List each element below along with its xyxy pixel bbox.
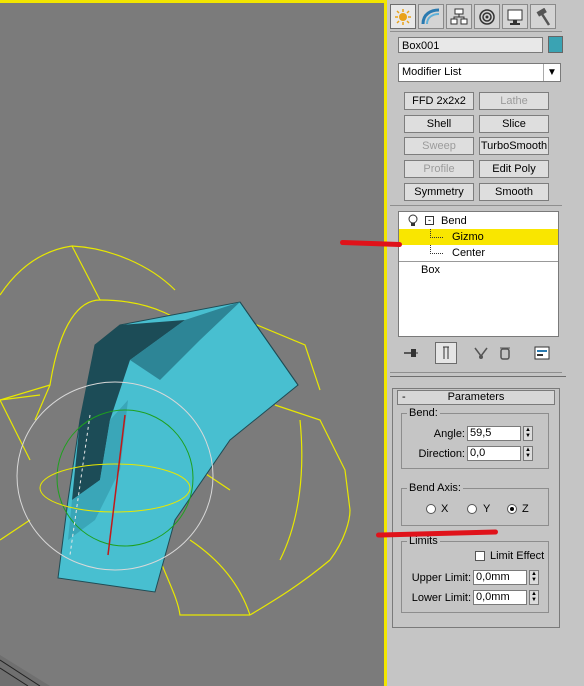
pin-icon [404,349,418,357]
modifier-button-ffd[interactable]: FFD 2x2x2 [404,92,474,110]
direction-label: Direction: [418,448,465,460]
upper-limit-spinner[interactable]: ▲ ▼ [529,570,539,585]
modifier-button-symmetry[interactable]: Symmetry [404,183,474,201]
stack-item-box-label: Box [421,264,440,276]
angle-field[interactable]: 59,5 [467,426,521,441]
hierarchy-tab[interactable] [446,4,472,29]
modifier-button-profile[interactable]: Profile [404,160,474,178]
buttons-divider [390,205,562,206]
pin-stack-button[interactable] [400,342,422,364]
toolbar-divider [390,372,562,373]
viewport-top-border [0,0,386,3]
modifier-button-slice[interactable]: Slice [479,115,549,133]
modify-tab[interactable] [418,4,444,29]
object-color-swatch[interactable] [548,36,563,53]
modifier-button-shell[interactable]: Shell [404,115,474,133]
limit-effect-label: Limit Effect [490,550,545,562]
axis-x-label: X [441,503,449,515]
modifier-stack[interactable]: - Bend Gizmo Center Box [398,211,559,337]
chevron-down-icon[interactable]: ▼ [543,64,560,81]
axis-z-label: Z [522,503,529,515]
object-name-field[interactable]: Box001 [398,37,543,53]
command-panel-tabs [390,4,556,29]
lower-limit-spinner[interactable]: ▲ ▼ [529,590,539,605]
tabs-divider [390,31,562,32]
display-monitor-icon [507,9,523,25]
modifier-button-smooth[interactable]: Smooth [479,183,549,201]
lightbulb-icon[interactable] [407,214,419,228]
panel-scroll-edge [390,376,566,377]
make-unique-icon [474,347,488,359]
parameters-title: Parameters [447,391,505,403]
stack-subitem-center-label: Center [452,247,486,259]
modifier-button-lathe[interactable]: Lathe [479,92,549,110]
upper-limit-field[interactable]: 0,0mm [473,570,527,585]
stack-toolbar [398,342,558,364]
stack-subitem-gizmo[interactable]: Gizmo [399,229,558,245]
limit-effect-checkbox[interactable] [475,551,485,561]
viewport-scene[interactable] [0,0,386,686]
motion-icon [479,8,495,25]
direction-field[interactable]: 0,0 [467,446,521,461]
parameters-rollout-header[interactable]: - Parameters [397,390,555,405]
trash-icon [500,347,510,360]
hierarchy-icon [450,8,468,24]
bend-group-label: Bend: [407,407,440,419]
create-tab[interactable] [390,4,416,29]
bend-axis-group-label: Bend Axis: [407,482,463,494]
axis-z-radio[interactable] [507,504,517,514]
modifier-list-label: Modifier List [402,66,462,78]
configure-sets-icon [534,346,550,360]
lower-limit-label: Lower Limit: [411,592,471,604]
modifier-button-turbosmooth[interactable]: TurboSmooth [479,137,549,155]
collapse-minus-icon[interactable]: - [425,216,434,225]
angle-label: Angle: [433,428,465,440]
rainbow-curve-icon [421,8,440,24]
axis-y-label: Y [483,503,491,515]
make-unique-button[interactable] [470,342,492,364]
stack-item-box[interactable]: Box [399,262,558,278]
sun-icon [395,8,411,25]
show-end-result-button[interactable] [435,342,457,364]
modifier-button-edit-poly[interactable]: Edit Poly [479,160,549,178]
modifier-list-dropdown[interactable]: Modifier List ▼ [398,63,561,82]
remove-modifier-button[interactable] [494,342,516,364]
stack-subitem-gizmo-label: Gizmo [452,231,484,243]
tree-line [430,245,443,254]
stack-item-bend[interactable]: - Bend [399,213,558,229]
axis-x-radio[interactable] [426,504,436,514]
motion-tab[interactable] [474,4,500,29]
perspective-viewport[interactable] [0,0,386,686]
stack-item-bend-label: Bend [441,215,467,227]
modifier-button-sweep[interactable]: Sweep [404,137,474,155]
direction-spinner[interactable]: ▲ ▼ [523,446,533,461]
limits-group-label: Limits [407,535,440,547]
upper-limit-label: Upper Limit: [411,572,471,584]
show-end-result-icon [443,346,449,359]
display-tab[interactable] [502,4,528,29]
axis-y-radio[interactable] [467,504,477,514]
lower-limit-field[interactable]: 0,0mm [473,590,527,605]
hammer-icon [536,7,551,26]
configure-modifier-sets-button[interactable] [531,342,553,364]
rollout-collapse-icon[interactable]: - [402,391,406,404]
angle-spinner[interactable]: ▲ ▼ [523,426,533,441]
tree-line [430,229,443,238]
utilities-tab[interactable] [530,4,556,29]
stack-subitem-center[interactable]: Center [399,245,558,261]
